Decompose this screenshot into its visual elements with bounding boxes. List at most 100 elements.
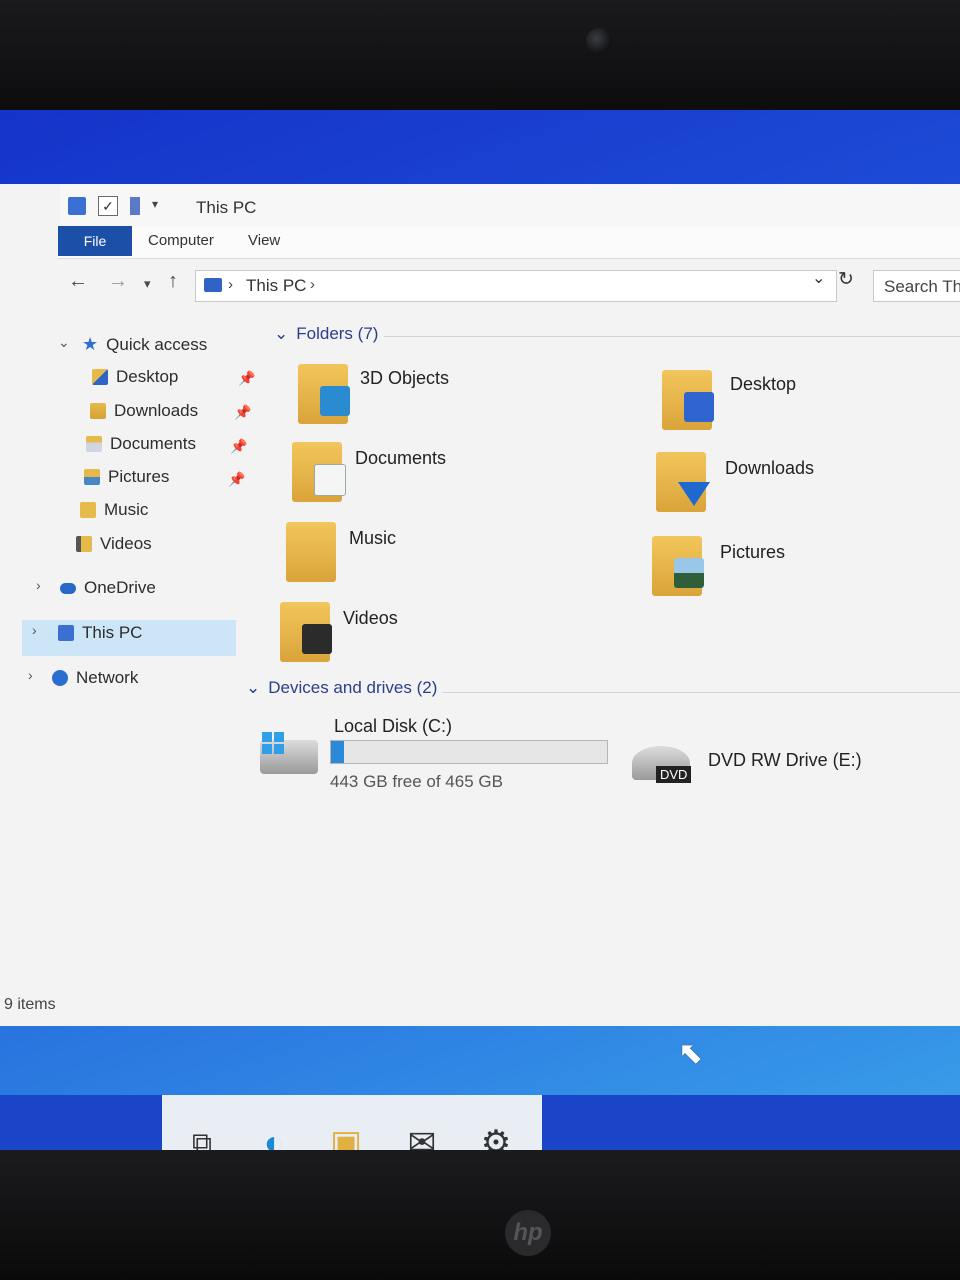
file-explorer-window: ✓ ▾ This PC File Computer View ← → ▾ ↑ ›… — [0, 184, 960, 1026]
nav-item-label: Videos — [100, 534, 152, 553]
chevron-right-icon[interactable]: › — [36, 577, 41, 593]
nav-item-documents[interactable]: Documents — [86, 434, 196, 454]
drive-label: Local Disk (C:) — [334, 716, 453, 736]
this-pc-icon — [204, 278, 222, 292]
new-folder-icon[interactable] — [130, 197, 140, 215]
navigation-bar: ← → ▾ ↑ › This PC › ⌄ ↻ Search Th — [60, 264, 960, 304]
up-icon[interactable]: ↑ — [168, 270, 178, 293]
nav-network-label: Network — [76, 668, 139, 687]
disk-usage-bar — [330, 740, 608, 764]
nav-this-pc-label: This PC — [82, 623, 143, 642]
nav-quick-access[interactable]: ★ Quick access — [82, 334, 207, 355]
nav-item-label: Music — [104, 500, 149, 519]
drive-free-space: 443 GB free of 465 GB — [330, 772, 503, 791]
tab-file[interactable]: File — [58, 226, 132, 256]
star-icon: ★ — [82, 334, 99, 354]
pictures-folder-icon — [652, 536, 704, 596]
forward-icon[interactable]: → — [108, 270, 128, 293]
cloud-icon — [60, 582, 76, 594]
ribbon: File Computer View — [58, 226, 960, 259]
section-divider — [442, 692, 960, 693]
nav-onedrive[interactable]: OneDrive — [60, 578, 156, 598]
nav-onedrive-label: OneDrive — [84, 578, 156, 597]
nav-item-downloads[interactable]: Downloads — [90, 401, 198, 421]
dvd-badge: DVD — [656, 766, 692, 783]
videos-folder-icon — [76, 536, 92, 552]
videos-folder-icon — [280, 602, 332, 662]
address-history-icon[interactable]: ⌄ — [812, 268, 825, 288]
windows-logo-icon — [262, 732, 284, 754]
quick-access-toolbar: ✓ ▾ — [68, 196, 162, 216]
window-title: This PC — [196, 198, 257, 217]
tab-view[interactable]: View — [248, 232, 280, 249]
folder-label: Music — [349, 528, 397, 548]
downloads-folder-icon — [656, 452, 710, 512]
folder-label: Downloads — [725, 458, 815, 478]
drives-header-label: Devices and drives (2) — [268, 678, 438, 697]
folder-label: Desktop — [730, 374, 797, 394]
nav-item-label: Downloads — [114, 401, 199, 420]
customize-toolbar-icon[interactable]: ▾ — [152, 197, 162, 215]
chevron-down-icon[interactable]: ⌄ — [58, 334, 70, 351]
recent-locations-icon[interactable]: ▾ — [144, 276, 151, 292]
nav-network[interactable]: Network — [52, 668, 138, 688]
title-bar: ✓ ▾ This PC — [60, 184, 960, 226]
drive-label: DVD RW Drive (E:) — [708, 750, 862, 770]
desktop-folder-icon — [662, 370, 714, 430]
search-placeholder: Search Th — [884, 277, 960, 296]
hp-logo: hp — [505, 1210, 551, 1256]
nav-item-desktop[interactable]: Desktop — [92, 367, 178, 387]
properties-icon[interactable]: ✓ — [98, 196, 118, 216]
folder-label: 3D Objects — [360, 368, 450, 388]
tab-computer[interactable]: Computer — [148, 232, 214, 249]
pin-icon[interactable]: 📌 — [228, 471, 245, 488]
chevron-right-icon[interactable]: › — [28, 667, 33, 683]
nav-item-videos[interactable]: Videos — [76, 534, 152, 554]
nav-item-music[interactable]: Music — [80, 500, 148, 520]
breadcrumb[interactable]: This PC — [246, 276, 306, 296]
chevron-right-icon[interactable]: › — [32, 622, 37, 638]
pictures-folder-icon — [84, 469, 100, 485]
pin-icon[interactable]: 📌 — [230, 438, 247, 455]
pin-icon[interactable]: 📌 — [238, 370, 255, 387]
music-folder-icon — [286, 522, 336, 582]
pin-icon[interactable]: 📌 — [234, 404, 251, 421]
network-icon — [52, 670, 68, 686]
address-bar[interactable]: › This PC › — [195, 270, 837, 302]
drives-section-header[interactable]: ⌄ Devices and drives (2) — [246, 678, 437, 698]
laptop-bezel-top — [0, 0, 960, 125]
disk-usage-fill — [331, 741, 344, 763]
music-folder-icon — [80, 502, 96, 518]
breadcrumb-separator-icon[interactable]: › — [228, 276, 233, 293]
laptop-bezel-bottom — [0, 1150, 960, 1280]
nav-quick-access-label: Quick access — [106, 334, 208, 354]
breadcrumb-separator-icon[interactable]: › — [310, 276, 315, 293]
desktop-folder-icon — [92, 369, 108, 385]
folder-label: Videos — [343, 608, 398, 628]
section-divider — [384, 336, 960, 337]
chevron-down-icon: ⌄ — [274, 324, 289, 343]
this-pc-icon[interactable] — [68, 197, 86, 215]
nav-item-pictures[interactable]: Pictures — [84, 467, 169, 487]
documents-folder-icon — [292, 442, 346, 502]
nav-this-pc[interactable]: This PC — [58, 623, 142, 643]
3d-objects-folder-icon — [298, 364, 350, 424]
nav-item-label: Pictures — [108, 467, 170, 486]
chevron-down-icon: ⌄ — [246, 678, 261, 697]
nav-item-label: Desktop — [116, 367, 179, 386]
folders-header-label: Folders (7) — [296, 324, 379, 343]
navigation-pane: ⌄ ★ Quick access Desktop 📌 Downloads 📌 D… — [0, 324, 255, 884]
documents-folder-icon — [86, 436, 102, 452]
nav-item-label: Documents — [110, 434, 196, 453]
search-input[interactable]: Search Th — [873, 270, 960, 302]
back-icon[interactable]: ← — [68, 270, 88, 293]
webcam — [586, 28, 612, 54]
this-pc-icon — [58, 625, 74, 641]
folder-label: Documents — [355, 448, 447, 468]
folders-section-header[interactable]: ⌄ Folders (7) — [274, 324, 378, 344]
refresh-icon[interactable]: ↻ — [838, 268, 854, 291]
status-item-count: 9 items — [4, 996, 56, 1013]
downloads-folder-icon — [90, 403, 106, 419]
mouse-pointer-icon: ⬉ — [678, 1037, 704, 1070]
folder-label: Pictures — [720, 542, 786, 562]
